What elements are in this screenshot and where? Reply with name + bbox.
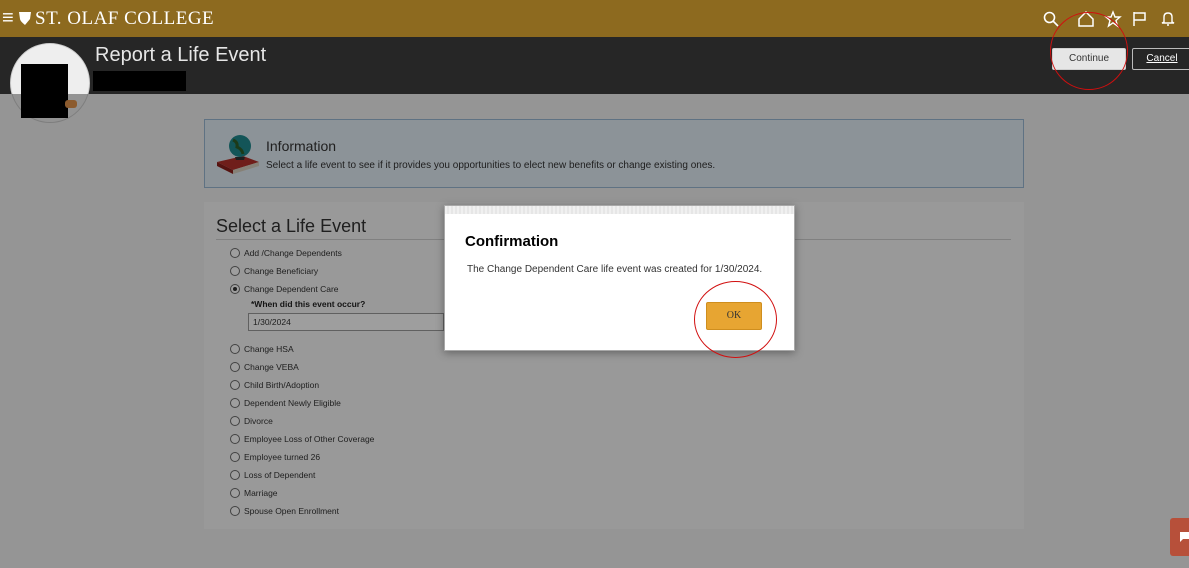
- dialog-message: The Change Dependent Care life event was…: [467, 264, 763, 275]
- cancel-button[interactable]: Cancel: [1132, 48, 1189, 70]
- bell-icon[interactable]: [1159, 10, 1177, 28]
- search-icon[interactable]: [1042, 10, 1060, 28]
- college-logo-text[interactable]: ST. OLAF COLLEGE: [35, 9, 214, 29]
- redacted-name: [93, 71, 186, 91]
- dialog-drag-handle[interactable]: [445, 206, 794, 214]
- page-title: Report a Life Event: [95, 44, 267, 66]
- annotation-circle-ok: [694, 281, 777, 358]
- chat-icon: [1180, 532, 1189, 542]
- flag-icon[interactable]: [1131, 10, 1149, 28]
- dialog-title: Confirmation: [465, 233, 559, 250]
- college-shield-icon: [19, 12, 31, 25]
- chat-button[interactable]: [1170, 518, 1189, 556]
- annotation-circle-continue: [1050, 12, 1128, 90]
- menu-icon[interactable]: ≡: [2, 8, 14, 28]
- page-header: Report a Life Event Continue Cancel: [0, 37, 1189, 94]
- top-navigation-bar: ≡ ST. OLAF COLLEGE: [0, 0, 1189, 37]
